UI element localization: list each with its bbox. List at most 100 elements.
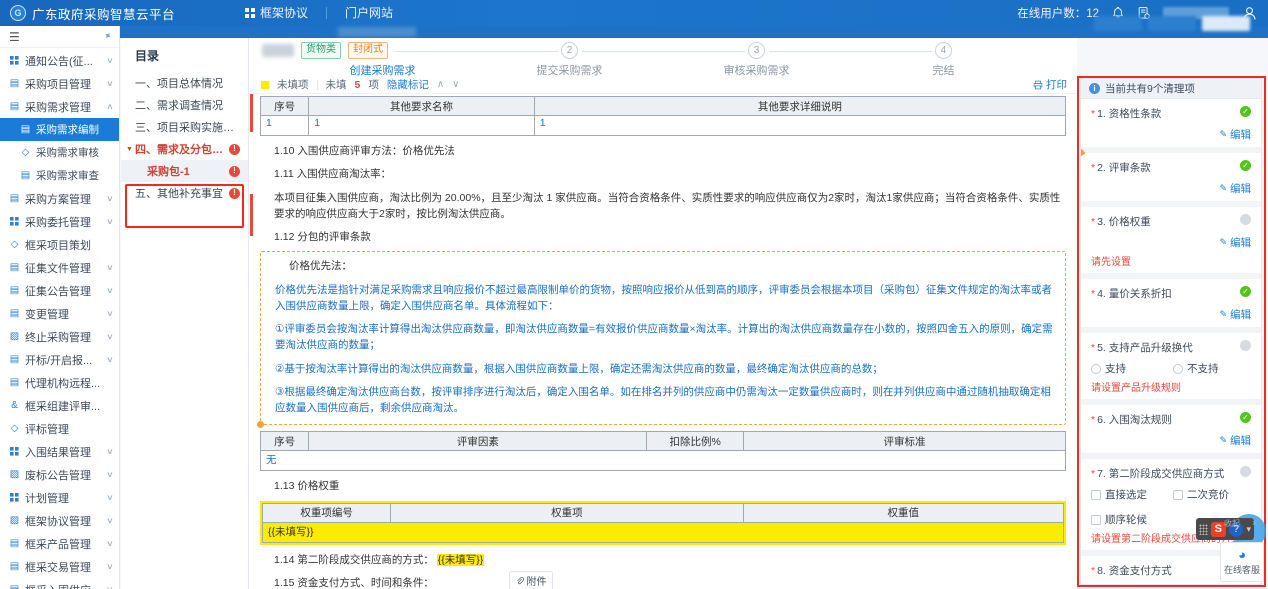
sidebar-item-4[interactable]: ◇ 采购需求审核 bbox=[0, 141, 119, 164]
sidebar-item-label: 代理机构远程... bbox=[25, 377, 101, 390]
sidebar-item-2[interactable]: ▤ 采购需求管理 ∧ bbox=[0, 95, 119, 118]
chevron-up-icon[interactable]: ∧ bbox=[437, 79, 444, 90]
stop-icon: ▨ bbox=[9, 331, 20, 342]
chevron-down-icon[interactable]: ∨ bbox=[106, 493, 114, 502]
chevron-down-icon[interactable]: ▼ bbox=[126, 146, 133, 153]
sidebar-item-label: 变更管理 bbox=[25, 308, 69, 321]
top-nav-item-portal[interactable]: 门户网站 bbox=[327, 0, 411, 26]
chevron-down-icon[interactable]: ∨ bbox=[106, 355, 114, 364]
option-直接选定[interactable]: 直接选定 bbox=[1091, 487, 1163, 502]
sidebar-item-8[interactable]: ◇ 框采项目策划 bbox=[0, 233, 119, 256]
required-asterisk: * bbox=[1091, 565, 1096, 577]
toc-item-3[interactable]: ▼四、需求及分包情况、采购...! bbox=[121, 138, 248, 160]
sidebar-item-3[interactable]: ▤ 采购需求编制 bbox=[0, 118, 119, 141]
option-顺序轮候[interactable]: 顺序轮候 bbox=[1091, 512, 1163, 527]
sidebar-item-1[interactable]: ▤ 采购项目管理 ∨ bbox=[0, 72, 119, 95]
step-4[interactable]: 4 完结 bbox=[850, 42, 1037, 78]
sidebar-item-15[interactable]: & 框采组建评审... bbox=[0, 394, 119, 417]
sidebar-item-23[interactable]: ▤ 框采入围供应... ∨ bbox=[0, 578, 119, 589]
notice-icon: ▤ bbox=[9, 285, 20, 296]
checkbox[interactable] bbox=[1173, 489, 1183, 500]
radio-button[interactable] bbox=[1173, 363, 1183, 374]
option-不支持[interactable]: 不支持 bbox=[1173, 361, 1245, 376]
chevron-down-icon[interactable]: ∨ bbox=[106, 56, 114, 65]
sidebar-item-11[interactable]: ▤ 变更管理 ∨ bbox=[0, 302, 119, 325]
chevron-down-icon[interactable]: ▾ bbox=[1246, 524, 1251, 535]
sidebar-item-20[interactable]: ▨ 框架协议管理 ∨ bbox=[0, 509, 119, 532]
chevron-down-icon[interactable]: ∨ bbox=[106, 539, 114, 548]
drag-handle-icon[interactable] bbox=[1199, 523, 1208, 535]
sidebar-item-19[interactable]: 计划管理 ∨ bbox=[0, 486, 119, 509]
sidebar-item-7[interactable]: 采购委托管理 ∨ bbox=[0, 210, 119, 233]
top-nav-item-framework[interactable]: 框架协议 bbox=[227, 0, 326, 26]
chevron-up-icon[interactable]: ∧ bbox=[106, 102, 114, 111]
attachment-tab[interactable]: 附件 bbox=[509, 571, 553, 589]
sidebar-item-5[interactable]: ▤ 采购需求审查 bbox=[0, 164, 119, 187]
sidebar-item-12[interactable]: ▨ 终止采购管理 ∨ bbox=[0, 325, 119, 348]
checklist-edit-button[interactable]: ✎编辑 bbox=[1091, 307, 1251, 322]
sidebar-item-label: 采购需求编制 bbox=[36, 124, 99, 136]
checklist-edit-button[interactable]: ✎编辑 bbox=[1091, 433, 1251, 448]
radio-button[interactable] bbox=[1091, 363, 1101, 374]
chevron-down-icon[interactable]: ∨ bbox=[106, 585, 114, 589]
toc-item-label: 四、需求及分包情况、采购... bbox=[135, 144, 229, 156]
sidebar-item-10[interactable]: ▤ 征集公告管理 ∨ bbox=[0, 279, 119, 302]
print-button[interactable]: 打印 bbox=[1033, 77, 1067, 92]
sidebar-item-9[interactable]: ▤ 征集文件管理 ∨ bbox=[0, 256, 119, 279]
chevron-down-icon[interactable]: ∨ bbox=[106, 332, 114, 341]
online-service-button[interactable]: ◕ 在线客服 bbox=[1220, 542, 1264, 582]
chevron-down-icon[interactable]: ∨ bbox=[106, 516, 114, 525]
sidebar-item-6[interactable]: ▤ 采购方案管理 ∨ bbox=[0, 187, 119, 210]
sidebar-item-16[interactable]: ◇ 评标管理 bbox=[0, 417, 119, 440]
second-stage-method-value[interactable]: {{未填写}} bbox=[436, 553, 485, 566]
callout-item-2: ②基于按淘汰率计算得出的淘汰供应商数量，根据入围供应商数量上限，确定还需淘汰供应… bbox=[275, 362, 883, 375]
toc-item-5[interactable]: 五、其他补充事宜! bbox=[121, 182, 248, 204]
checklist-edit-button[interactable]: ✎编辑 bbox=[1091, 181, 1251, 196]
checkbox[interactable] bbox=[1091, 489, 1101, 500]
pin-icon[interactable]: ✦ bbox=[100, 30, 113, 44]
step-number: 2 bbox=[561, 42, 578, 59]
toc-item-0[interactable]: 一、项目总体情况 bbox=[121, 72, 248, 94]
sidebar-item-13[interactable]: ▤ 开标/开启报... ∨ bbox=[0, 348, 119, 371]
action-button-3[interactable] bbox=[1202, 16, 1250, 31]
chevron-down-icon[interactable]: ∨ bbox=[452, 79, 459, 90]
sidebar-item-21[interactable]: ▤ 框采产品管理 ∨ bbox=[0, 532, 119, 555]
action-button-1[interactable] bbox=[1094, 16, 1142, 31]
action-button-2[interactable] bbox=[1148, 16, 1196, 31]
checklist-edit-button[interactable]: ✎编辑 bbox=[1091, 127, 1251, 142]
option-支持[interactable]: 支持 bbox=[1091, 361, 1163, 376]
chevron-down-icon[interactable]: ∨ bbox=[106, 309, 114, 318]
step-2[interactable]: 2 提交采购需求 bbox=[476, 42, 745, 78]
chevron-down-icon[interactable]: ∨ bbox=[106, 263, 114, 272]
toolbar-divider bbox=[316, 79, 318, 90]
sidebar-item-17[interactable]: 入围结果管理 ∨ bbox=[0, 440, 119, 463]
table-header-row: 序号 其他要求名称 其他要求详细说明 bbox=[259, 96, 1067, 116]
hide-marks-button[interactable]: 隐藏标记 bbox=[387, 77, 429, 92]
table-cell-unfilled[interactable]: {{未填写}} bbox=[262, 521, 1064, 543]
chevron-down-icon[interactable]: ∨ bbox=[106, 217, 114, 226]
close-icon[interactable]: × bbox=[1252, 518, 1257, 528]
hamburger-icon[interactable]: ☰ bbox=[9, 31, 20, 43]
chevron-down-icon[interactable]: ∨ bbox=[106, 447, 114, 456]
sidebar-item-label: 入围结果管理 bbox=[25, 446, 91, 459]
toc-item-4[interactable]: 采购包-1! bbox=[121, 160, 248, 182]
checklist-edit-button[interactable]: ✎编辑 bbox=[1091, 584, 1251, 585]
sidebar-item-14[interactable]: ▤ 代理机构远程... bbox=[0, 371, 119, 394]
option-二次竞价[interactable]: 二次竞价 bbox=[1173, 487, 1245, 502]
chevron-down-icon[interactable]: ∨ bbox=[106, 470, 114, 479]
checkbox[interactable] bbox=[1091, 514, 1101, 525]
step-3[interactable]: 3 审核采购需求 bbox=[663, 42, 932, 78]
chevron-down-icon[interactable]: ∨ bbox=[106, 562, 114, 571]
edit-label: 编辑 bbox=[1230, 584, 1251, 585]
checklist-edit-button[interactable]: ✎编辑 bbox=[1091, 235, 1251, 250]
sidebar-item-18[interactable]: ▨ 废标公告管理 ∨ bbox=[0, 463, 119, 486]
chevron-down-icon[interactable]: ∨ bbox=[106, 79, 114, 88]
chevron-down-icon[interactable]: ∨ bbox=[106, 194, 114, 203]
sidebar-item-22[interactable]: ▤ 框采交易管理 ∨ bbox=[0, 555, 119, 578]
sidebar-item-label: 征集公告管理 bbox=[25, 285, 91, 298]
sidebar-item-0[interactable]: 通知公告(征... ∨ bbox=[0, 49, 119, 72]
sidebar-menu-list: 通知公告(征... ∨ ▤ 采购项目管理 ∨ ▤ 采购需求管理 ∧ ▤ 采购需求编制 ◇ 采购需求审核… bbox=[0, 48, 119, 589]
toc-item-2[interactable]: 三、项目采购实施计划 bbox=[121, 116, 248, 138]
toc-item-1[interactable]: 二、需求调查情况 bbox=[121, 94, 248, 116]
chevron-down-icon[interactable]: ∨ bbox=[106, 286, 114, 295]
